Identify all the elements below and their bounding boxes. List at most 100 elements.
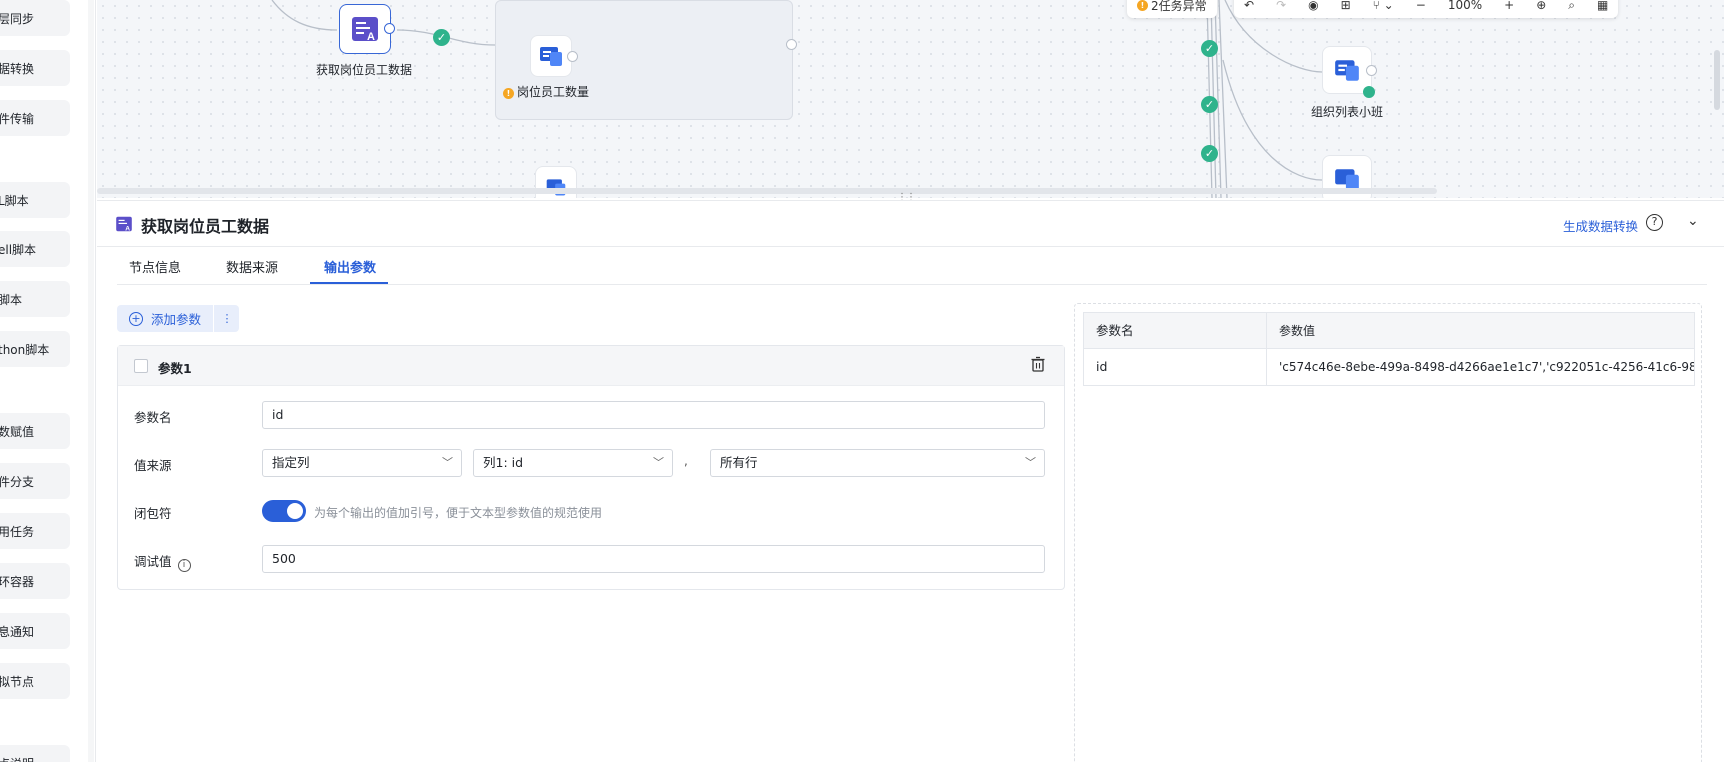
palette-item[interactable]: thon脚本 <box>0 331 70 367</box>
palette-item[interactable]: 拟节点 <box>0 663 70 699</box>
param-name-input[interactable]: id <box>262 401 1045 429</box>
info-icon[interactable]: i <box>177 559 191 572</box>
generate-data-transform-link[interactable]: 生成数据转换 <box>1563 216 1638 235</box>
param-preview-panel: 参数名 参数值 id 'c574c46e-8ebe-499a-8498-d426… <box>1074 303 1702 762</box>
palette-item[interactable]: 脚本 <box>0 281 70 317</box>
success-check-icon: ✓ <box>433 29 450 46</box>
workflow-canvas[interactable]: A 获取岗位员工数据 ✓ ! 岗位员工数量 ✓ ✓ ✓ 组织列表小班 ! 2任务… <box>97 0 1724 198</box>
add-param-label: 添加参数 <box>151 312 202 327</box>
node-label: 组织列表小班 <box>1311 105 1384 119</box>
param-name-label: 参数名 <box>134 410 172 425</box>
param-card-title: 参数1 <box>158 361 192 376</box>
palette-item[interactable]: 息通知 <box>0 613 70 649</box>
more-options-button[interactable]: ⋮ <box>213 305 239 332</box>
palette-item[interactable]: ell脚本 <box>0 231 70 267</box>
node-config-panel: A 获取岗位员工数据 生成数据转换 ? ⌄ 节点信息 数据来源 输出参数 + 添… <box>97 200 1724 762</box>
debug-value-label: 调试值 i <box>134 551 191 572</box>
table-cell: id <box>1084 349 1267 385</box>
toggle-knob <box>287 503 303 519</box>
rows-selected: 所有行 <box>720 455 758 470</box>
trash-icon[interactable] <box>1030 356 1046 372</box>
palette-item[interactable]: 环容器 <box>0 563 70 599</box>
palette-item[interactable]: 件传输 <box>0 100 70 136</box>
task-badge-text: 2任务异常 <box>1151 0 1207 13</box>
active-tab-indicator <box>310 282 388 284</box>
warning-icon: ! <box>1137 0 1148 11</box>
canvas-toolbar: ↶ ↷ ◉ ⊞ ⑂ ⌄ − 100% + ⊕ ⌕ ▦ <box>1234 0 1619 18</box>
node-employee-count[interactable] <box>530 35 572 77</box>
rows-select[interactable]: 所有行 ﹀ <box>710 449 1045 477</box>
svg-text:A: A <box>367 31 375 43</box>
value-source-select[interactable]: 指定列 ﹀ <box>262 449 462 477</box>
canvas-vertical-scrollbar[interactable] <box>1714 50 1720 110</box>
param-select-checkbox[interactable] <box>134 359 148 373</box>
debug-value-input[interactable]: 500 <box>262 545 1045 573</box>
locate-icon[interactable]: ⊕ <box>1536 0 1546 12</box>
separator-text: , <box>684 454 688 468</box>
grid-icon[interactable]: ▦ <box>1597 0 1608 12</box>
palette-item[interactable]: 层同步 <box>0 0 70 36</box>
svg-text:A: A <box>125 226 130 233</box>
table-header-row: 参数名 参数值 <box>1084 313 1694 349</box>
value-source-label: 值来源 <box>134 458 172 473</box>
palette-item[interactable]: 件分支 <box>0 463 70 499</box>
node-label-text: 岗位员工数量 <box>517 85 590 99</box>
chevron-down-icon: ﹀ <box>1025 456 1036 469</box>
palette-item[interactable]: 点说明 <box>0 745 70 762</box>
param-preview-table: 参数名 参数值 id 'c574c46e-8ebe-499a-8498-d426… <box>1083 312 1695 386</box>
table-header-cell: 参数名 <box>1084 313 1267 348</box>
palette-item[interactable]: 数赋值 <box>0 413 70 449</box>
group-output-port[interactable] <box>786 39 797 50</box>
debug-label-text: 调试值 <box>134 554 172 569</box>
param-card: 参数1 参数名 id 值来源 指定列 ﹀ 列1: id ﹀ , 所有行 ﹀ 闭包… <box>117 345 1065 590</box>
zoom-level: 100% <box>1447 0 1483 12</box>
closure-toggle[interactable] <box>262 500 306 522</box>
redo-icon[interactable]: ↷ <box>1276 0 1286 12</box>
palette-item[interactable]: L脚本 <box>0 182 70 218</box>
node-label-warning: ! 岗位员工数量 <box>503 83 589 100</box>
node-label: 获取岗位员工数据 <box>316 63 413 77</box>
closure-label: 闭包符 <box>134 506 172 521</box>
status-dot <box>1363 86 1375 98</box>
value-source-selected: 指定列 <box>272 455 310 470</box>
closure-hint: 为每个输出的值加引号，便于文本型参数值的规范使用 <box>314 506 603 520</box>
param-card-header: 参数1 <box>118 346 1064 386</box>
undo-icon[interactable]: ↶ <box>1244 0 1254 12</box>
eye-icon[interactable]: ◉ <box>1308 0 1318 12</box>
chevron-down-icon: ﹀ <box>653 456 664 469</box>
tab-data-source[interactable]: 数据来源 <box>226 257 278 276</box>
output-port[interactable] <box>1366 65 1377 76</box>
zoom-out-icon[interactable]: − <box>1416 0 1426 12</box>
layout-icon[interactable]: ⊞ <box>1341 0 1351 12</box>
column-select[interactable]: 列1: id ﹀ <box>473 449 673 477</box>
task-exception-badge[interactable]: ! 2任务异常 <box>1127 0 1217 18</box>
success-check-icon: ✓ <box>1201 40 1218 57</box>
table-row: id 'c574c46e-8ebe-499a-8498-d4266ae1e1c7… <box>1084 349 1694 385</box>
branch-icon[interactable]: ⑂ ⌄ <box>1373 0 1394 12</box>
output-port[interactable] <box>567 51 578 62</box>
success-check-icon: ✓ <box>1201 145 1218 162</box>
tab-output-params[interactable]: 输出参数 <box>324 257 376 276</box>
panel-header: A 获取岗位员工数据 生成数据转换 ? ⌄ <box>97 201 1724 247</box>
zoom-in-icon[interactable]: + <box>1504 0 1514 12</box>
help-icon[interactable]: ? <box>1646 214 1663 231</box>
success-check-icon: ✓ <box>1201 96 1218 113</box>
table-cell: 'c574c46e-8ebe-499a-8498-d4266ae1e1c7','… <box>1279 360 1694 374</box>
panel-tabs: 节点信息 数据来源 输出参数 <box>117 247 1707 285</box>
column-selected: 列1: id <box>483 455 524 470</box>
data-transform-icon: A <box>116 216 132 233</box>
table-header-cell: 参数值 <box>1279 324 1316 338</box>
plus-circle-icon: + <box>129 311 143 326</box>
search-icon[interactable]: ⌕ <box>1568 0 1575 13</box>
sql-task-icon <box>1335 60 1359 81</box>
palette-item[interactable]: 用任务 <box>0 513 70 549</box>
sql-task-icon <box>540 47 562 66</box>
sidebar-scrollbar[interactable] <box>88 0 94 762</box>
output-port[interactable] <box>384 23 395 34</box>
warning-icon: ! <box>503 88 514 99</box>
chevron-down-icon[interactable]: ⌄ <box>1687 213 1699 229</box>
panel-resize-handle[interactable]: ⋮⋮ <box>97 192 1724 203</box>
palette-item[interactable]: 据转换 <box>0 50 70 86</box>
panel-title: 获取岗位员工数据 <box>141 217 270 236</box>
tab-node-info[interactable]: 节点信息 <box>129 257 181 276</box>
